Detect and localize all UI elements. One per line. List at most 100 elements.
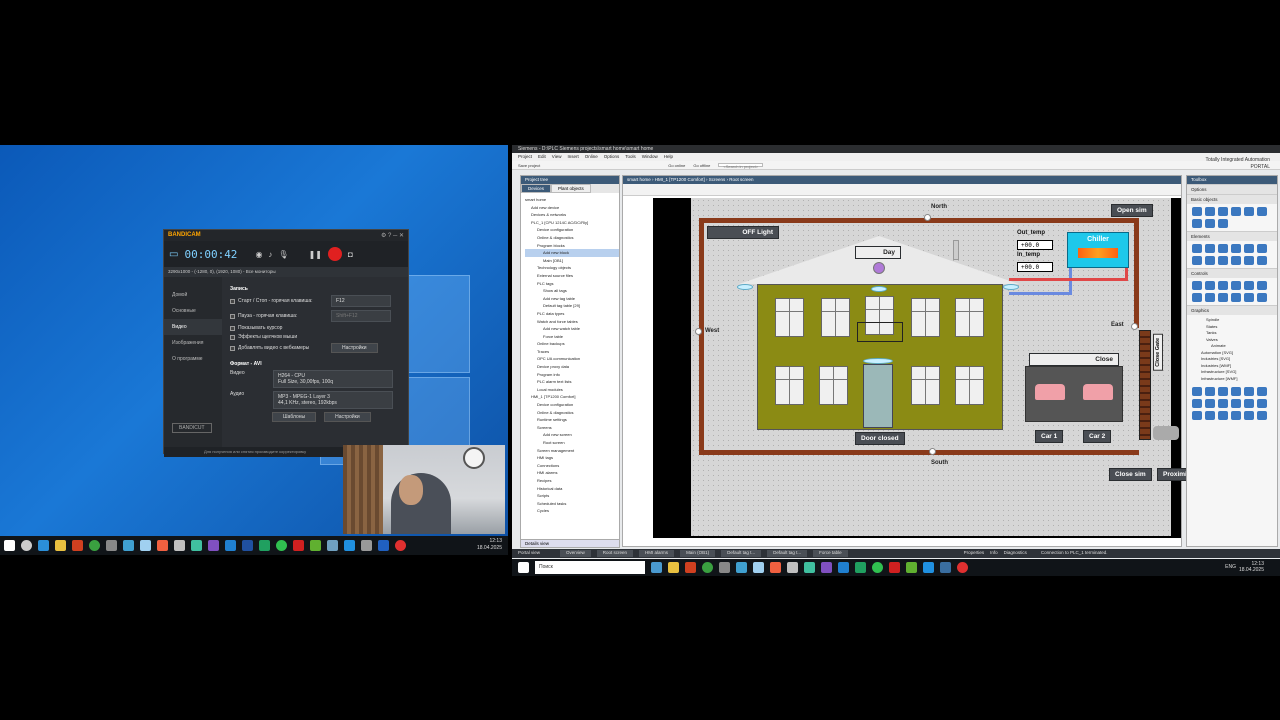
chrome-icon[interactable] [89,540,100,551]
close-gate-button[interactable]: Close Gate [1153,334,1163,371]
valve-icon[interactable] [1231,387,1241,396]
app-icon[interactable] [923,562,934,573]
app-icon[interactable] [753,562,764,573]
bandicam-titlebar[interactable]: BANDICAM ⚙ ? ─ ✕ [164,230,408,241]
valve-icon[interactable] [1244,399,1254,408]
sidebar-item-video[interactable]: Видео [164,319,222,335]
polyline-tool-icon[interactable] [1205,207,1215,216]
web-browser-icon[interactable] [1231,293,1241,302]
menu-insert[interactable]: Insert [567,154,578,160]
valve-icon[interactable] [1257,411,1267,420]
out-temp-field[interactable]: +00.0 [1017,240,1053,250]
date-time-icon[interactable] [1244,244,1254,253]
valve-icon[interactable] [1231,399,1241,408]
car-1-button[interactable]: Car 1 [1035,430,1064,443]
vscode-icon[interactable] [838,562,849,573]
triangle-tool-icon[interactable] [1231,207,1241,216]
recipe-view-icon[interactable] [1231,281,1241,290]
edge-icon[interactable] [38,540,49,551]
status-force-icon[interactable] [1244,281,1254,290]
app-icon[interactable] [361,540,372,551]
tree-item[interactable]: Add new screen [525,431,619,439]
menu-tools[interactable]: Tools [625,154,636,160]
editor-tab-hmi-alarms[interactable]: HMI alarms [639,550,675,557]
tree-item[interactable]: Technology objects [525,264,619,272]
tree-item[interactable]: HMI_1 [TP1200 Comfort] [525,393,619,401]
tree-item[interactable]: smart home [525,196,619,204]
app-icon[interactable] [310,540,321,551]
editor-tab-default-tag-2[interactable]: Default tag t... [767,550,808,557]
visual-studio-icon[interactable] [208,540,219,551]
settings-button[interactable]: Настройки [331,343,378,353]
editor-tab-main-ob1[interactable]: Main (OB1) [680,550,716,557]
start-icon[interactable] [4,540,15,551]
app-icon[interactable] [344,540,355,551]
keyboard-language[interactable]: ENG [1225,564,1236,570]
app-icon[interactable] [770,562,781,573]
pdf-view-icon[interactable] [1218,293,1228,302]
window-controls-icon[interactable]: ⚙ ? ─ ✕ [381,232,404,239]
bar-icon[interactable] [1257,244,1267,253]
taskbar-search-input[interactable]: Поиск [535,561,645,574]
valve-icon[interactable] [1205,399,1215,408]
tree-item[interactable]: Add new block [525,249,619,257]
in-temp-field[interactable]: +00.0 [1017,262,1053,272]
tree-item[interactable]: Show all tags [525,287,619,295]
toolbox-basic-objects[interactable]: Basic objects [1187,194,1277,204]
webcam-icon[interactable]: ◉ [255,250,262,259]
alarm-view-icon[interactable] [1192,281,1202,290]
app-icon[interactable] [327,540,338,551]
tree-item[interactable]: Devices & networks [525,211,619,219]
checkbox[interactable] [230,345,235,351]
tree-item[interactable]: Add new tag table [525,295,619,303]
sidebar-item-general[interactable]: Основные [164,303,222,319]
app-icon[interactable] [259,540,270,551]
scroll-icon[interactable] [1257,256,1267,265]
tree-item[interactable]: Watch and force tables [525,318,619,326]
sm-view-icon[interactable] [1192,293,1202,302]
tab-devices[interactable]: Devices [521,184,552,193]
printer-icon[interactable] [1244,293,1254,302]
system-info-icon[interactable] [1257,293,1267,302]
car-2-button[interactable]: Car 2 [1083,430,1112,443]
app-icon[interactable] [787,562,798,573]
menu-view[interactable]: View [552,154,562,160]
menu-help[interactable]: Help [664,154,673,160]
tree-item[interactable]: Online backups [525,340,619,348]
tia-titlebar[interactable]: Siemens - D:\PLC Siemens projects\smart … [512,145,1280,153]
speaker-icon[interactable]: ♪ [268,250,272,259]
house-door[interactable] [863,364,893,428]
templates-button[interactable]: Шаблоны [272,412,317,422]
list-icon[interactable] [1244,256,1254,265]
hmi-root-screen[interactable]: North South West East OFF Light Open sim… [691,198,1193,536]
portal-view-button[interactable]: Portal view [518,550,540,557]
io-field-icon[interactable] [1192,244,1202,253]
valve-icon[interactable] [1218,411,1228,420]
tree-item[interactable]: OPC UA communication [525,355,619,363]
mic-icon[interactable]: 🎙 [278,250,288,259]
tree-item[interactable]: Program info [525,371,619,379]
ellipse-tool-icon[interactable] [1244,207,1254,216]
valve-icon[interactable] [1192,387,1202,396]
gauge-icon[interactable] [1218,256,1228,265]
graphics-tree-item[interactable]: Infrastructure [WMF] [1201,376,1263,383]
app-icon[interactable] [719,562,730,573]
camera-icon[interactable]: ◘ [348,250,353,259]
inspector-diagnostics-tab[interactable]: Diagnostics [1004,550,1027,557]
app-icon[interactable] [72,540,83,551]
valve-icon[interactable] [1192,399,1202,408]
bandicam-icon[interactable] [957,562,968,573]
vscode-icon[interactable] [225,540,236,551]
taskbar-clock[interactable]: 12:13 18.04.2025 [477,538,502,552]
tree-item[interactable]: Main [OB1] [525,257,619,265]
valve-icon[interactable] [1257,399,1267,408]
toolbox-controls[interactable]: Controls [1187,268,1277,278]
tia-portal-icon[interactable] [940,562,951,573]
tree-item[interactable]: Scheduled tasks [525,500,619,508]
app-icon[interactable] [140,540,151,551]
app-icon[interactable] [736,562,747,573]
pause-icon[interactable]: ❚❚ [309,250,322,259]
tree-item[interactable]: HMI tags [525,454,619,462]
tree-item[interactable]: Force table [525,333,619,341]
project-search-input[interactable]: <Search in project> [718,163,764,169]
